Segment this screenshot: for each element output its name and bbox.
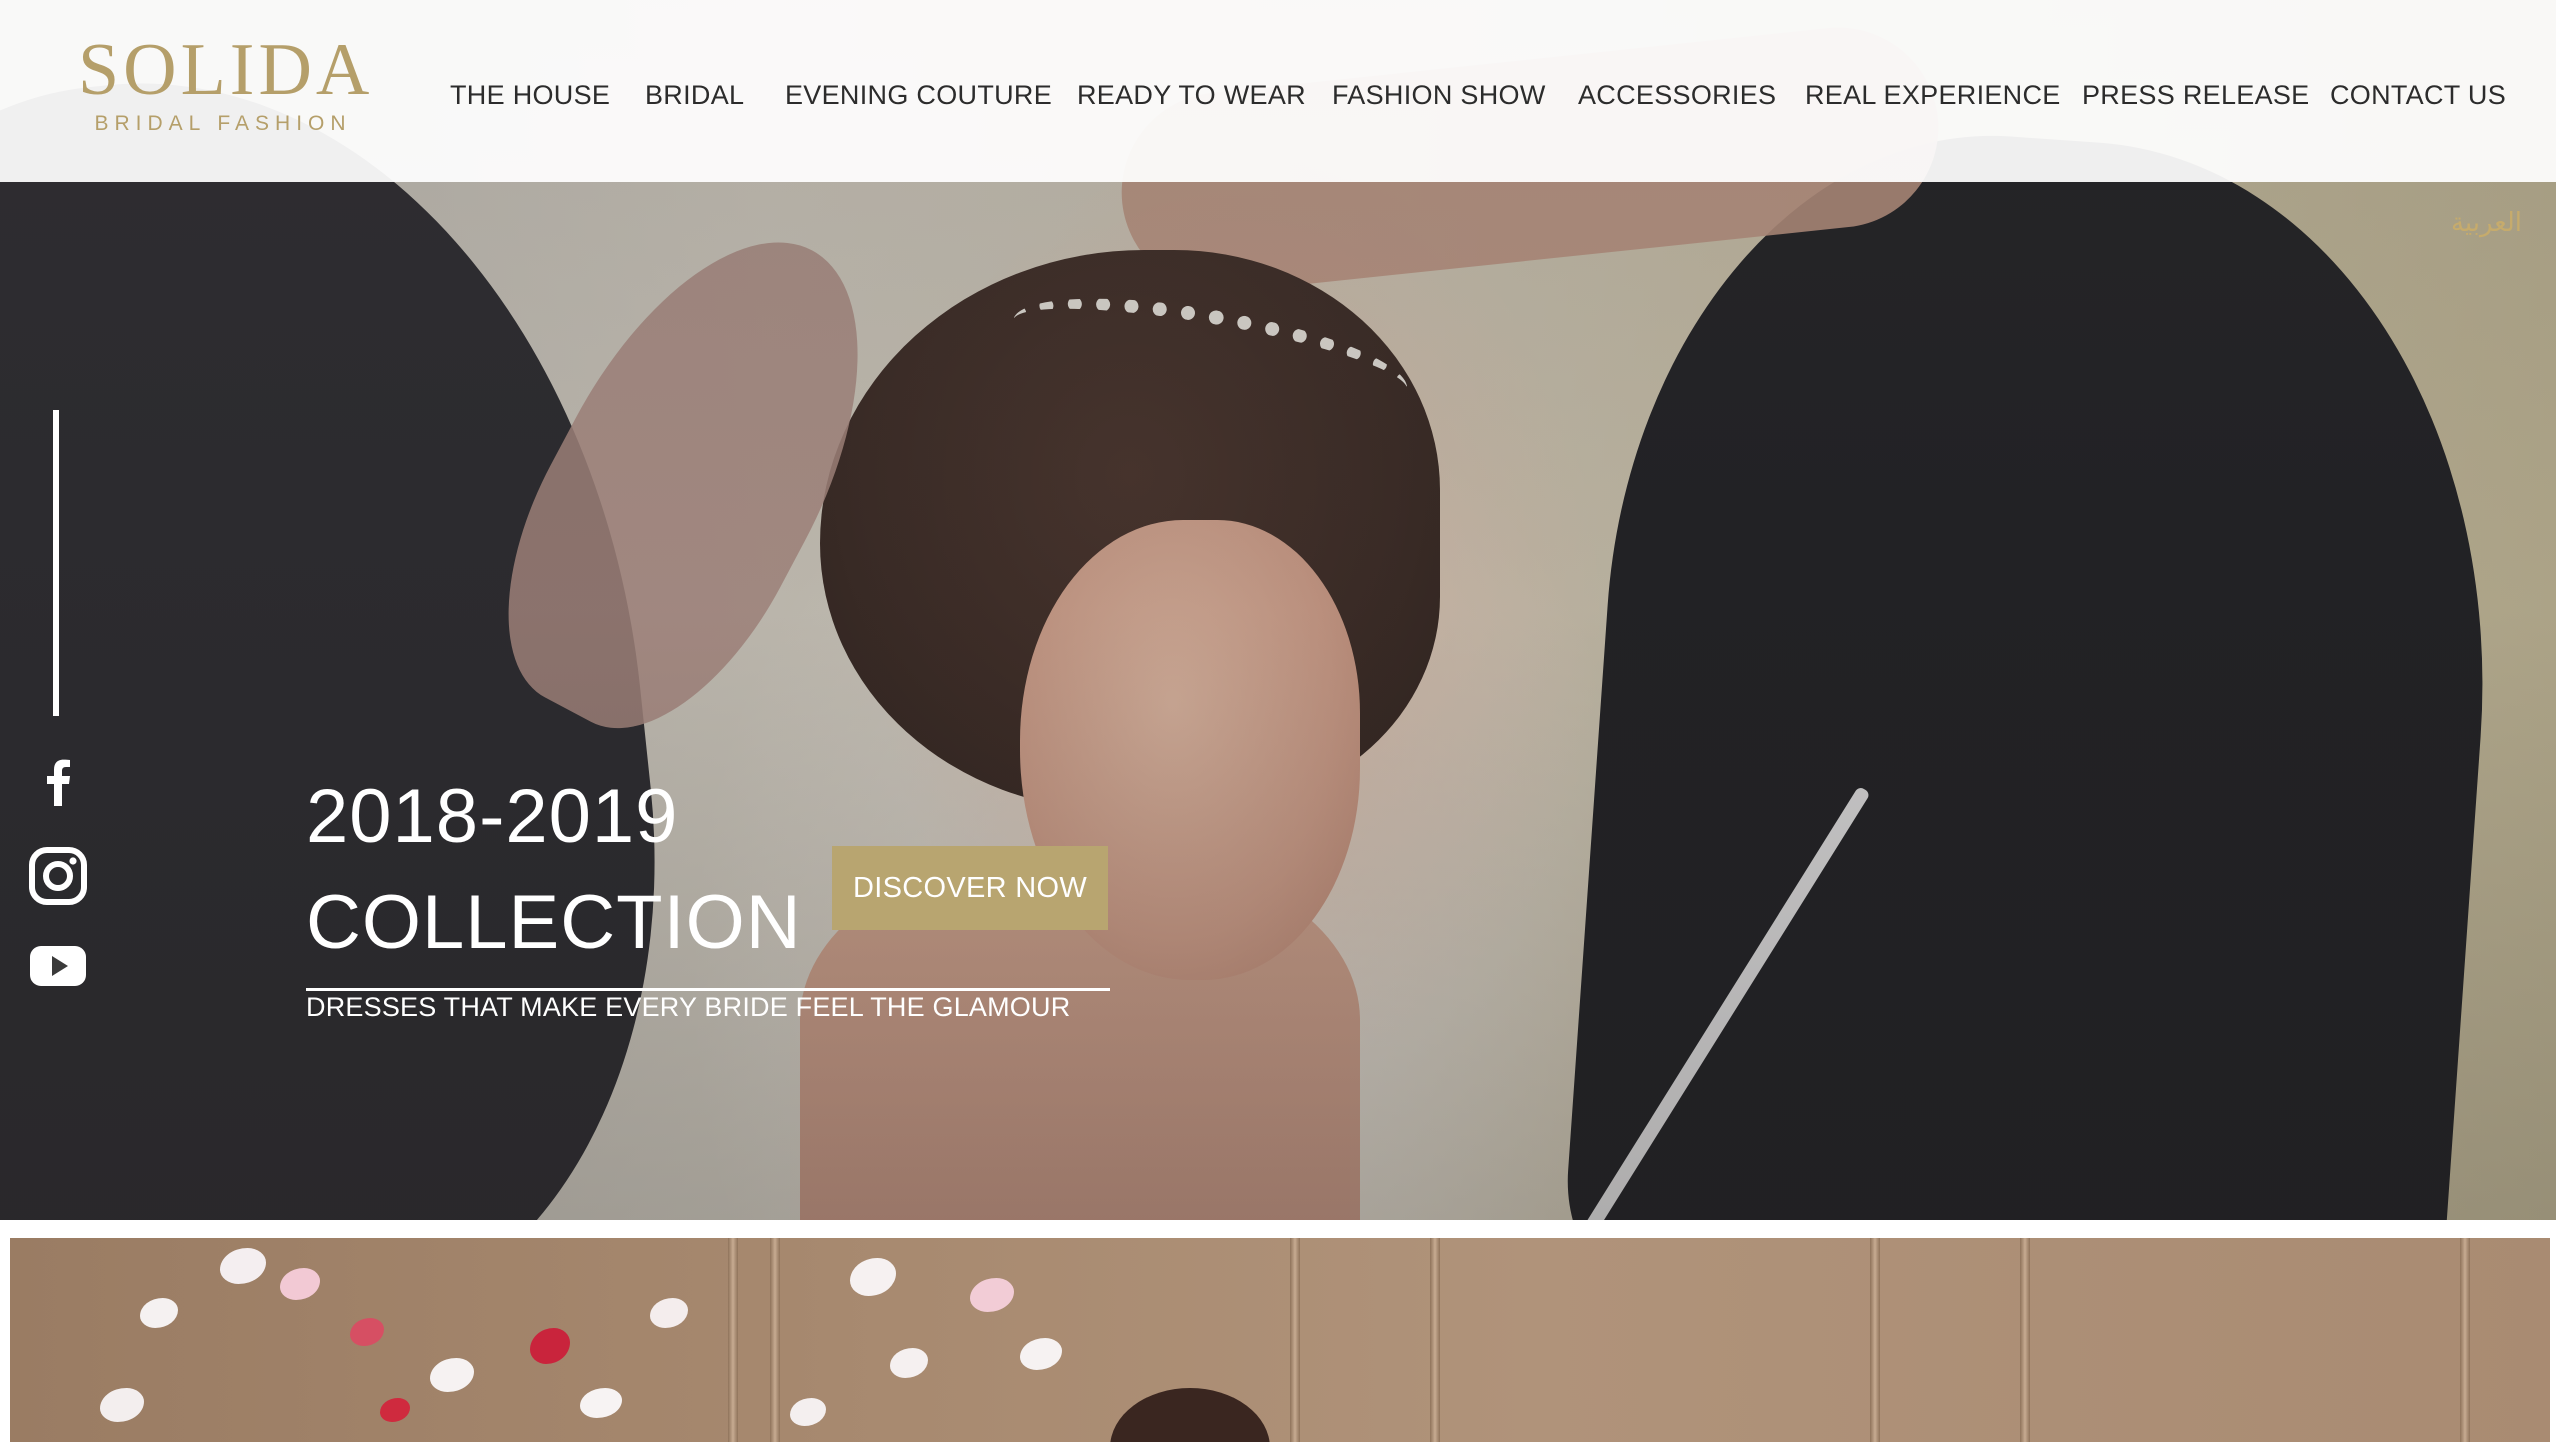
- facebook-icon[interactable]: [28, 752, 88, 812]
- hero-title-collection: COLLECTION: [306, 880, 802, 965]
- nav-item-bridal[interactable]: BRIDAL: [645, 80, 744, 111]
- hero-title-years: 2018-2019: [306, 774, 679, 859]
- page: SOLIDA BRIDAL FASHION THE HOUSE BRIDAL E…: [0, 0, 2556, 1442]
- petal: [140, 1298, 178, 1328]
- instagram-icon[interactable]: [28, 846, 88, 906]
- petal: [430, 1358, 474, 1392]
- petal: [970, 1278, 1014, 1312]
- petal: [580, 1388, 622, 1418]
- hero-background-video: [0, 0, 2556, 1220]
- discover-now-button[interactable]: DISCOVER NOW: [832, 846, 1108, 930]
- hero-overlay: [0, 0, 2556, 1220]
- nav-item-ready-to-wear[interactable]: READY TO WEAR: [1077, 80, 1306, 111]
- nav-item-real-experience[interactable]: REAL EXPERIENCE: [1805, 80, 2061, 111]
- wall-panel: [1430, 1238, 1440, 1442]
- petal: [1020, 1338, 1062, 1370]
- petal: [790, 1398, 826, 1426]
- hero-subtitle: DRESSES THAT MAKE EVERY BRIDE FEEL THE G…: [306, 992, 1071, 1022]
- wall-panel: [770, 1238, 780, 1442]
- petal: [650, 1298, 688, 1328]
- wall-panel: [2460, 1238, 2470, 1442]
- petal: [350, 1318, 384, 1346]
- petal: [530, 1328, 570, 1364]
- nav-item-accessories[interactable]: ACCESSORIES: [1578, 80, 1776, 111]
- hero-divider: [306, 988, 1110, 991]
- petal: [280, 1268, 320, 1300]
- petal: [850, 1258, 896, 1296]
- wall-panel: [1870, 1238, 1880, 1442]
- nav-item-contact-us[interactable]: CONTACT US: [2330, 80, 2506, 111]
- nav-item-evening-couture[interactable]: EVENING COUTURE: [785, 80, 1052, 111]
- youtube-icon[interactable]: [28, 936, 88, 996]
- petal: [100, 1388, 144, 1422]
- language-switch-arabic[interactable]: العربية: [2451, 208, 2522, 238]
- social-divider: [53, 410, 59, 716]
- collection-image-section: [10, 1238, 2550, 1442]
- collection-model-head: [1110, 1388, 1270, 1442]
- wall-panel: [1290, 1238, 1300, 1442]
- petal: [220, 1248, 266, 1284]
- wall-panel: [2020, 1238, 2030, 1442]
- nav-item-the-house[interactable]: THE HOUSE: [450, 80, 610, 111]
- main-nav: THE HOUSE BRIDAL EVENING COUTURE READY T…: [0, 80, 2556, 120]
- nav-item-press-release[interactable]: PRESS RELEASE: [2082, 80, 2310, 111]
- wall-panel: [728, 1238, 738, 1442]
- petal: [380, 1398, 410, 1422]
- nav-item-fashion-show[interactable]: FASHION SHOW: [1332, 80, 1546, 111]
- site-header: SOLIDA BRIDAL FASHION THE HOUSE BRIDAL E…: [0, 0, 2556, 182]
- petal: [890, 1348, 928, 1378]
